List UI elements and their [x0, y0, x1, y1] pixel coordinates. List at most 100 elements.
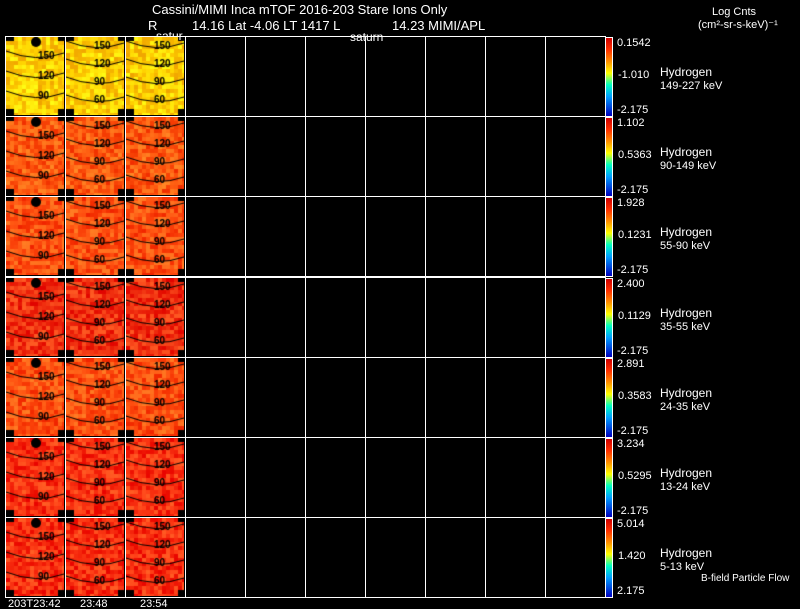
- colorbar-mid: 0.1231: [618, 229, 652, 241]
- plot-cell: [245, 36, 306, 117]
- colorbar-mid: 0.3583: [618, 390, 652, 402]
- species-label: Hydrogen: [660, 386, 713, 400]
- plot-cell: [365, 116, 426, 197]
- plot-cell: [545, 517, 606, 598]
- plot-cell: [545, 277, 606, 358]
- plot-cell: [185, 517, 246, 598]
- colorbar-min: -2.175: [617, 184, 649, 196]
- species-label: Hydrogen: [660, 306, 713, 320]
- units-label: Log Cnts: [712, 6, 757, 18]
- colorbar-max: 1.102: [617, 117, 645, 129]
- species-label: Hydrogen: [660, 65, 713, 79]
- species-label: Hydrogen: [660, 546, 713, 560]
- image-grid: [5, 36, 606, 598]
- plot-cell: [365, 357, 426, 438]
- plot-cell: [425, 277, 486, 358]
- plot-cell: [65, 517, 126, 598]
- plot-cell: [125, 437, 186, 518]
- plot-cell: [305, 196, 366, 277]
- plot-cell: [125, 116, 186, 197]
- plot-cell: [485, 357, 546, 438]
- energy-range-label: 13-24 keV: [660, 481, 711, 493]
- plot-cell: [365, 36, 426, 117]
- plot-cell: [65, 116, 126, 197]
- energy-range-label: 24-35 keV: [660, 401, 711, 413]
- plot-cell: [485, 517, 546, 598]
- colorbar-max: 0.1542: [617, 37, 651, 49]
- plot-cell: [425, 116, 486, 197]
- plot-cell: [545, 36, 606, 117]
- plot-cell: [185, 357, 246, 438]
- plot-cell: [365, 196, 426, 277]
- colorbar: [605, 438, 613, 518]
- plot-cell: [65, 277, 126, 358]
- species-label: Hydrogen: [660, 225, 713, 239]
- plot-cell: [185, 437, 246, 518]
- colorbar-max: 1.928: [617, 197, 645, 209]
- time-label: 203T23:42: [8, 598, 61, 609]
- energy-range-label: 90-149 keV: [660, 160, 717, 172]
- plot-cell: [5, 277, 66, 358]
- colorbar-max: 2.400: [617, 278, 645, 290]
- plot-cell: [125, 36, 186, 117]
- plot-cell: [485, 437, 546, 518]
- plot-cell: [125, 517, 186, 598]
- colorbar: [605, 37, 613, 117]
- plot-cell: [65, 196, 126, 277]
- colorbar-mid: 0.5295: [618, 470, 652, 482]
- plot-cell: [245, 517, 306, 598]
- plot-cell: [485, 196, 546, 277]
- colorbar: [605, 278, 613, 358]
- species-label: Hydrogen: [660, 466, 713, 480]
- species-label: Hydrogen: [660, 145, 713, 159]
- plot-cell: [425, 517, 486, 598]
- units-label: (cm²-sr-s-keV)⁻¹: [698, 19, 778, 31]
- plot-cell: [425, 357, 486, 438]
- plot-cell: [545, 116, 606, 197]
- colorbar-min: -2.175: [617, 104, 649, 116]
- plot-cell: [185, 36, 246, 117]
- colorbar: [605, 117, 613, 197]
- plot-cell: [485, 277, 546, 358]
- colorbar-max: 5.014: [617, 518, 645, 530]
- energy-range-label: 5-13 keV: [660, 561, 705, 573]
- plot-cell: [125, 357, 186, 438]
- energy-range-label: 55-90 keV: [660, 240, 711, 252]
- colorbar-min: -2.175: [617, 264, 649, 276]
- plot-cell: [5, 437, 66, 518]
- plot-cell: [125, 277, 186, 358]
- colorbar-mid: 0.1129: [618, 310, 651, 322]
- plot-cell: [5, 196, 66, 277]
- plot-cell: [545, 437, 606, 518]
- time-label: 23:54: [140, 598, 168, 609]
- colorbar: [605, 197, 613, 277]
- plot-cell: [425, 36, 486, 117]
- colorbar: [605, 518, 613, 598]
- colorbar-mid: 1.420: [618, 550, 646, 562]
- plot-cell: [425, 437, 486, 518]
- plot-cell: [65, 437, 126, 518]
- plot-cell: [185, 116, 246, 197]
- plot-cell: [545, 196, 606, 277]
- colorbar: [605, 358, 613, 438]
- plot-cell: [365, 517, 426, 598]
- time-label: 23:48: [80, 598, 108, 609]
- colorbar-mid: -1.010: [618, 69, 650, 81]
- plot-cell: [245, 196, 306, 277]
- plot-cell: [365, 277, 426, 358]
- plot-cell: [5, 357, 66, 438]
- plot-cell: [365, 437, 426, 518]
- plot-cell: [185, 277, 246, 358]
- plot-cell: [245, 116, 306, 197]
- position-info: 14.16 Lat -4.06 LT 1417 L: [192, 18, 341, 33]
- plot-cell: [485, 116, 546, 197]
- plot-cell: [185, 196, 246, 277]
- colorbar-min: -2.175: [617, 505, 649, 517]
- plot-cell: [65, 357, 126, 438]
- plot-cell: [485, 36, 546, 117]
- plot-cell: [425, 196, 486, 277]
- l-shell-info: 14.23 MIMI/APL: [392, 18, 486, 33]
- colorbar-mid: 0.5363: [618, 149, 652, 161]
- plot-cell: [305, 277, 366, 358]
- colorbar-max: 2.891: [617, 358, 645, 370]
